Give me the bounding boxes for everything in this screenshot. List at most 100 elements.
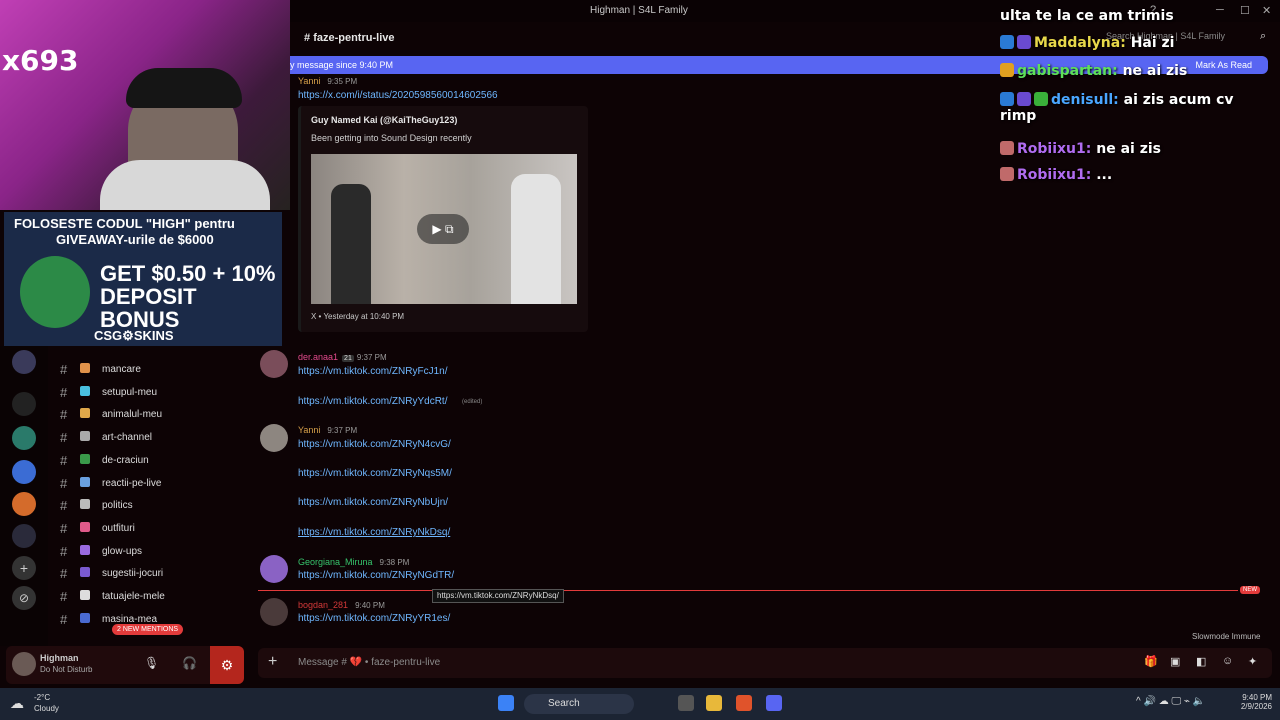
weather-desc[interactable]: Cloudy [34,704,59,713]
channel-item[interactable]: # outfituri [50,519,250,539]
taskbar-search[interactable]: Search [524,694,634,714]
channel-item[interactable]: # setupul-meu [50,383,250,403]
weather-temp[interactable]: -2°C [34,693,50,702]
microphone-icon[interactable]: 🎙 [144,656,159,670]
mark-as-read-button[interactable]: Mark As Read [1195,60,1252,70]
embed-author[interactable]: Guy Named Kai (@KaiTheGuy123) [311,115,457,125]
server-icon[interactable] [12,460,36,484]
chat-message: Robiixu1: ... [1000,167,1112,183]
author-name[interactable]: Georgiana_Miruna [298,557,373,567]
server-icon[interactable] [12,524,36,548]
sponsor-ad: FOLOSESTE CODUL "HIGH" pentru GIVEAWAY-u… [4,212,282,346]
server-icon[interactable] [12,426,36,450]
author-name[interactable]: Yanni [298,76,320,86]
tweet-embed: Guy Named Kai (@KaiTheGuy123) Been getti… [298,106,588,332]
apps-icon[interactable]: ✦ [1248,655,1257,668]
embed-video[interactable]: ▶ ⧉ [311,154,577,304]
embed-footer: X • Yesterday at 10:40 PM [311,312,405,321]
server-icon[interactable] [12,350,36,374]
timestamp: 9:40 PM [355,601,385,610]
message-link[interactable]: https://vm.tiktok.com/ZNRyNkDsq/ [298,527,450,538]
start-icon[interactable] [498,695,514,711]
tray-icons[interactable]: ^ 🔊 ☁ 🖵 ⌁ 🔈 [1136,696,1205,707]
ad-headline: GET $0.50 + 10% DEPOSIT BONUS [100,261,276,332]
message-header: Georgiana_Miruna 9:38 PM [298,557,409,567]
avatar[interactable] [260,598,288,626]
timestamp: 9:38 PM [379,558,410,567]
channel-item[interactable]: # politics [50,496,250,516]
chat-message: Robiixu1: ne ai zis [1000,141,1161,157]
new-badge: NEW [1240,586,1260,594]
gift-icon[interactable]: 🎁 [1144,655,1158,668]
server-bar: + ⊘ [0,346,48,646]
channel-item[interactable]: # de-craciun [50,451,250,471]
discord-icon[interactable] [766,695,782,711]
sticker-icon[interactable]: ◧ [1196,655,1206,668]
minimize-icon[interactable]: ─ [1216,4,1224,16]
avatar[interactable] [12,652,36,676]
role-badge: 21 [342,355,354,362]
close-icon[interactable]: ✕ [1262,4,1271,17]
message-composer[interactable]: + Message # 💔 • faze-pentru-live 🎁 ▣ ◧ ☺… [258,648,1272,678]
chat-message: Maddalyna: Hai zi [1000,35,1174,51]
channel-item[interactable]: # mancare [50,360,250,380]
slowmode-label: Slowmode Immune [1192,632,1261,641]
timestamp: 9:35 PM [327,77,358,86]
message-header: Yanni 9:37 PM [298,425,357,435]
channel-item[interactable]: # animalul-meu [50,405,250,425]
embed-description: Been getting into Sound Design recently [311,133,472,143]
channel-item[interactable]: # glow-ups [50,542,250,562]
channel-item[interactable]: # reactii-pe-live [50,474,250,494]
message-link[interactable]: https://vm.tiktok.com/ZNRyNGdTR/ [298,570,454,581]
channel-item[interactable]: # art-channel [50,428,250,448]
banner-text: y message since 9:40 PM [290,60,394,70]
task-view-icon[interactable] [678,695,694,711]
message-input[interactable]: Message # 💔 • faze-pentru-live [298,657,440,668]
channel-item[interactable]: # tatuajele-mele [50,587,250,607]
message-link[interactable]: https://vm.tiktok.com/ZNRyN4cvG/ [298,439,451,450]
avatar[interactable] [260,424,288,452]
taskbar: ☁ -2°C Cloudy Search ^ 🔊 ☁ 🖵 ⌁ 🔈 9:40 PM… [0,688,1280,720]
ad-mascot [20,256,90,328]
gif-icon[interactable]: ▣ [1170,655,1180,668]
ad-line-1: FOLOSESTE CODUL "HIGH" pentru [14,216,235,231]
brave-icon[interactable] [736,695,752,711]
author-name[interactable]: der.anaa1 [298,352,338,362]
author-name[interactable]: bogdan_281 [298,600,348,610]
mentions-badge[interactable]: 2 NEW MENTIONS [112,624,184,635]
viewer-count: x693 [2,44,79,77]
server-icon[interactable] [12,492,36,516]
headphones-icon[interactable]: 🎧 [182,656,197,670]
author-name[interactable]: Yanni [298,425,320,435]
file-explorer-icon[interactable] [706,695,722,711]
server-icon[interactable] [12,392,36,416]
add-server-icon[interactable]: + [12,556,36,580]
window-title: Highman | S4L Family [590,5,688,16]
maximize-icon[interactable]: ☐ [1240,4,1250,17]
message-link[interactable]: https://vm.tiktok.com/ZNRyNbUjn/ [298,497,448,508]
plus-icon[interactable]: + [268,653,277,671]
message-header: bogdan_281 9:40 PM [298,600,385,610]
channel-item[interactable]: # sugestii-jocuri [50,564,250,584]
message-link[interactable]: https://vm.tiktok.com/ZNRyNqs5M/ [298,468,452,479]
message-link[interactable]: https://vm.tiktok.com/ZNRyYdcRt/ [298,396,447,407]
message-header: Yanni 9:35 PM [298,76,357,86]
emoji-icon[interactable]: ☺ [1222,655,1233,667]
discover-icon[interactable]: ⊘ [12,586,36,610]
weather-icon[interactable]: ☁ [10,695,24,712]
streamer-cap [126,68,242,108]
ad-brand: CSG⚙SKINS [94,328,174,343]
settings-gear-icon[interactable]: ⚙ [210,646,244,684]
ad-line-2: GIVEAWAY-urile de $6000 [56,232,214,247]
user-panel: Highman Do Not Disturb 🎙 🎧 ⚙ [6,646,244,684]
message-link[interactable]: https://vm.tiktok.com/ZNRyFcJ1n/ [298,366,447,377]
clock[interactable]: 9:40 PM 2/9/2026 [1232,693,1272,711]
message-link[interactable]: https://vm.tiktok.com/ZNRyYR1es/ [298,613,450,624]
message-link[interactable]: https://x.com/i/status/20205985600146025… [298,90,498,101]
search-icon[interactable]: ⌕ [1260,30,1266,43]
timestamp: 9:37 PM [356,353,387,362]
user-name[interactable]: Highman [40,653,79,663]
avatar[interactable] [260,555,288,583]
avatar[interactable] [260,350,288,378]
play-icon[interactable]: ▶ ⧉ [417,214,469,244]
